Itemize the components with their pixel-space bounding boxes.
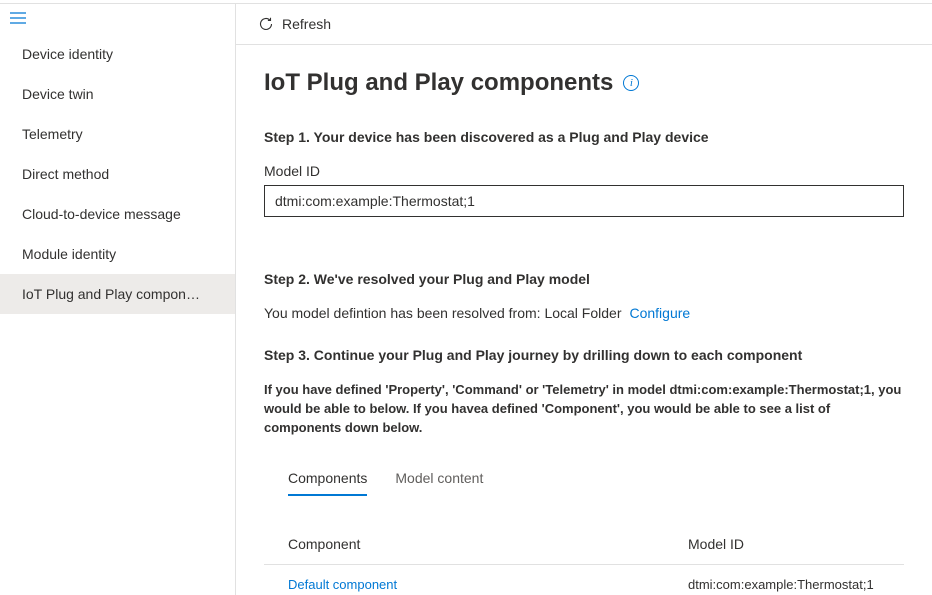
table-row: Default component dtmi:com:example:Therm… — [264, 565, 904, 595]
step-3-heading: Step 3. Continue your Plug and Play jour… — [264, 347, 904, 363]
table-header: Component Model ID — [264, 524, 904, 565]
sidebar-item-cloud-to-device-message[interactable]: Cloud-to-device message — [0, 194, 235, 234]
content-area: IoT Plug and Play components i Step 1. Y… — [236, 45, 932, 595]
step-1-heading: Step 1. Your device has been discovered … — [264, 129, 904, 145]
sidebar: Device identity Device twin Telemetry Di… — [0, 4, 236, 595]
step-2-heading: Step 2. We've resolved your Plug and Pla… — [264, 271, 904, 287]
page-title: IoT Plug and Play components i — [264, 69, 904, 97]
sidebar-item-telemetry[interactable]: Telemetry — [0, 114, 235, 154]
info-icon[interactable]: i — [623, 75, 639, 91]
hamburger-icon — [10, 12, 26, 24]
model-id-input[interactable] — [264, 185, 904, 217]
col-header-component: Component — [288, 536, 688, 552]
page-title-text: IoT Plug and Play components — [264, 69, 613, 97]
tab-components[interactable]: Components — [288, 464, 367, 496]
model-id-label: Model ID — [264, 163, 904, 179]
refresh-label: Refresh — [282, 16, 331, 32]
step-3-description: If you have defined 'Property', 'Command… — [264, 381, 904, 438]
sidebar-item-device-twin[interactable]: Device twin — [0, 74, 235, 114]
tab-model-content[interactable]: Model content — [395, 464, 483, 496]
step-1: Step 1. Your device has been discovered … — [264, 129, 904, 245]
sidebar-item-device-identity[interactable]: Device identity — [0, 34, 235, 74]
refresh-button[interactable]: Refresh — [250, 12, 339, 36]
hamburger-menu-button[interactable] — [0, 8, 235, 34]
refresh-icon — [258, 16, 274, 32]
main-content: Refresh IoT Plug and Play components i S… — [236, 4, 932, 595]
sidebar-item-direct-method[interactable]: Direct method — [0, 154, 235, 194]
toolbar: Refresh — [236, 4, 932, 45]
configure-link[interactable]: Configure — [629, 305, 690, 321]
nav-list: Device identity Device twin Telemetry Di… — [0, 34, 235, 314]
sidebar-item-module-identity[interactable]: Module identity — [0, 234, 235, 274]
resolved-text: You model defintion has been resolved fr… — [264, 305, 621, 321]
component-link[interactable]: Default component — [288, 577, 397, 592]
row-model-id: dtmi:com:example:Thermostat;1 — [688, 577, 880, 592]
step-3: Step 3. Continue your Plug and Play jour… — [264, 347, 904, 595]
step-2: Step 2. We've resolved your Plug and Pla… — [264, 271, 904, 321]
sidebar-item-iot-plug-and-play[interactable]: IoT Plug and Play compon… — [0, 274, 235, 314]
tabs: Components Model content — [264, 464, 904, 496]
components-table: Component Model ID Default component dtm… — [264, 524, 904, 595]
col-header-model-id: Model ID — [688, 536, 880, 552]
